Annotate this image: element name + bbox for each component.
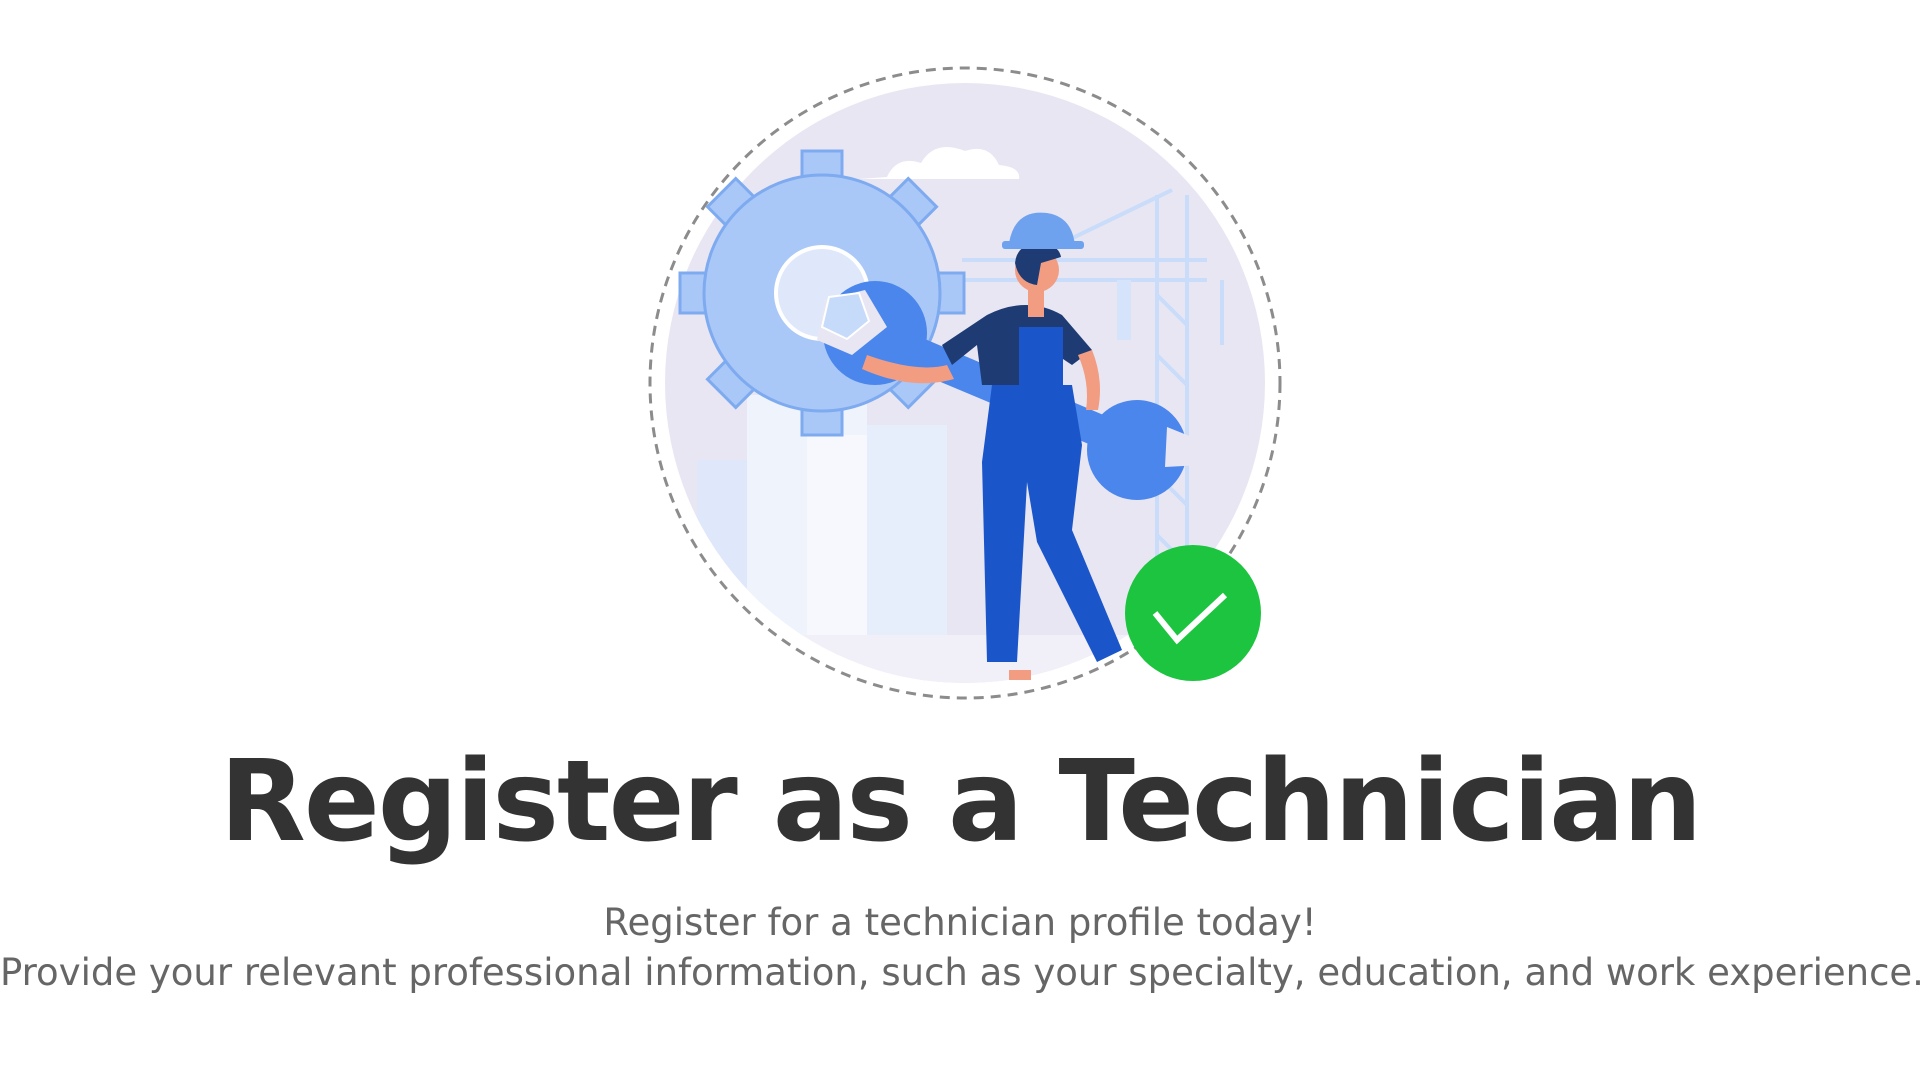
page-title: Register as a Technician (219, 737, 1703, 867)
description-line-1: Register for a technician profile today! (603, 901, 1317, 944)
gear-graphic (678, 149, 966, 437)
register-technician-page: Register as a Technician Register for a … (0, 0, 1920, 1080)
hero-illustration (647, 65, 1283, 705)
checkmark-icon (1125, 545, 1261, 681)
page-description: Register for a technician profile today!… (0, 898, 1920, 998)
crane-block (1117, 280, 1131, 340)
description-line-2: Provide your relevant professional infor… (0, 951, 1920, 994)
